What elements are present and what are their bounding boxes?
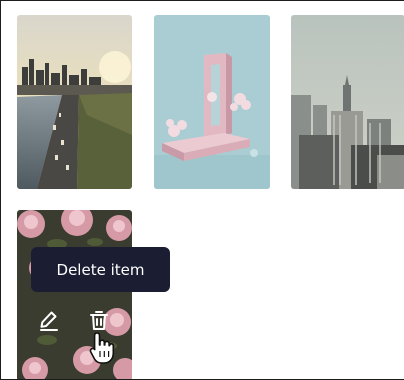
gallery-item-sculpture[interactable] [154, 15, 270, 189]
edit-item-button[interactable] [37, 308, 61, 332]
pencil-icon [40, 311, 58, 331]
delete-item-button[interactable] [87, 308, 111, 332]
trash-icon [90, 311, 108, 330]
gallery-item-city-skyline[interactable] [291, 15, 404, 189]
city-river-image [17, 15, 132, 189]
city-skyline-image [291, 15, 404, 189]
flowers-image [17, 210, 132, 379]
delete-item-tooltip: Delete item [31, 247, 170, 292]
gallery-grid: Delete item [0, 0, 404, 380]
gallery-item-flowers[interactable] [17, 210, 132, 379]
tooltip-text: Delete item [56, 260, 145, 279]
sculpture-image [154, 15, 270, 189]
gallery-item-city-river[interactable] [17, 15, 132, 189]
